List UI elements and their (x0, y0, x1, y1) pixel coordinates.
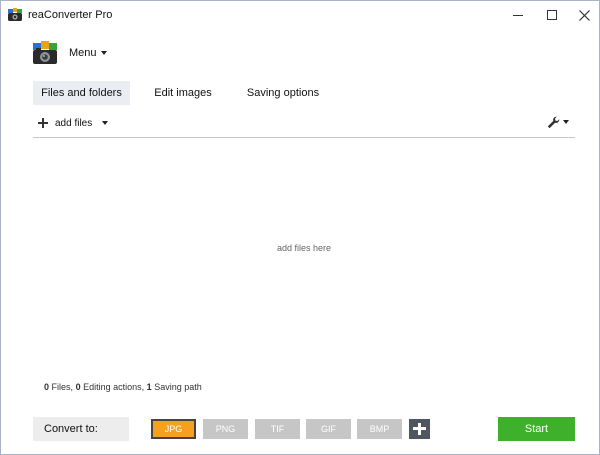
minimize-button[interactable] (501, 1, 535, 29)
chevron-down-icon[interactable] (102, 121, 109, 125)
format-bmp-button[interactable]: BMP (357, 419, 402, 439)
app-logo-icon (8, 8, 22, 21)
title-bar: reaConverter Pro (1, 1, 599, 29)
wrench-icon (547, 116, 560, 128)
editing-actions-count: 0 (75, 382, 81, 392)
saving-path-count: 1 (146, 382, 152, 392)
maximize-icon (547, 10, 557, 20)
format-gif-button[interactable]: GIF (306, 419, 351, 439)
tab-edit-images[interactable]: Edit images (143, 81, 223, 105)
plus-icon (38, 118, 48, 128)
app-logo-icon[interactable] (32, 40, 58, 66)
format-png-button[interactable]: PNG (203, 419, 248, 439)
file-drop-zone[interactable]: add files here (33, 138, 575, 373)
add-files-label: add files (55, 117, 93, 129)
settings-button[interactable] (547, 115, 569, 129)
chevron-down-icon[interactable] (563, 120, 569, 124)
window-title: reaConverter Pro (28, 9, 113, 21)
menu-button[interactable]: Menu (69, 47, 97, 59)
add-format-button[interactable] (409, 419, 430, 439)
files-count: 0 (44, 382, 50, 392)
format-jpg-button[interactable]: JPG (151, 419, 196, 439)
app-window: reaConverter Pro Menu Files and folders … (0, 0, 600, 455)
saving-path-label: Saving path (154, 382, 202, 392)
maximize-button[interactable] (535, 1, 569, 29)
convert-to-label: Convert to: (33, 417, 129, 441)
add-files-button[interactable]: add files (38, 116, 109, 130)
status-summary: 0 Files, 0 Editing actions, 1 Saving pat… (44, 382, 202, 392)
files-label: Files, (51, 382, 74, 392)
drop-hint: add files here (276, 243, 332, 253)
format-tif-button[interactable]: TIF (255, 419, 300, 439)
close-icon (578, 9, 590, 21)
minimize-icon (513, 14, 523, 16)
tab-files-and-folders[interactable]: Files and folders (33, 81, 130, 105)
start-button[interactable]: Start (498, 417, 575, 441)
editing-actions-label: Editing actions, (83, 382, 145, 392)
close-button[interactable] (567, 1, 600, 29)
chevron-down-icon[interactable] (101, 51, 107, 55)
tab-saving-options[interactable]: Saving options (241, 81, 325, 105)
